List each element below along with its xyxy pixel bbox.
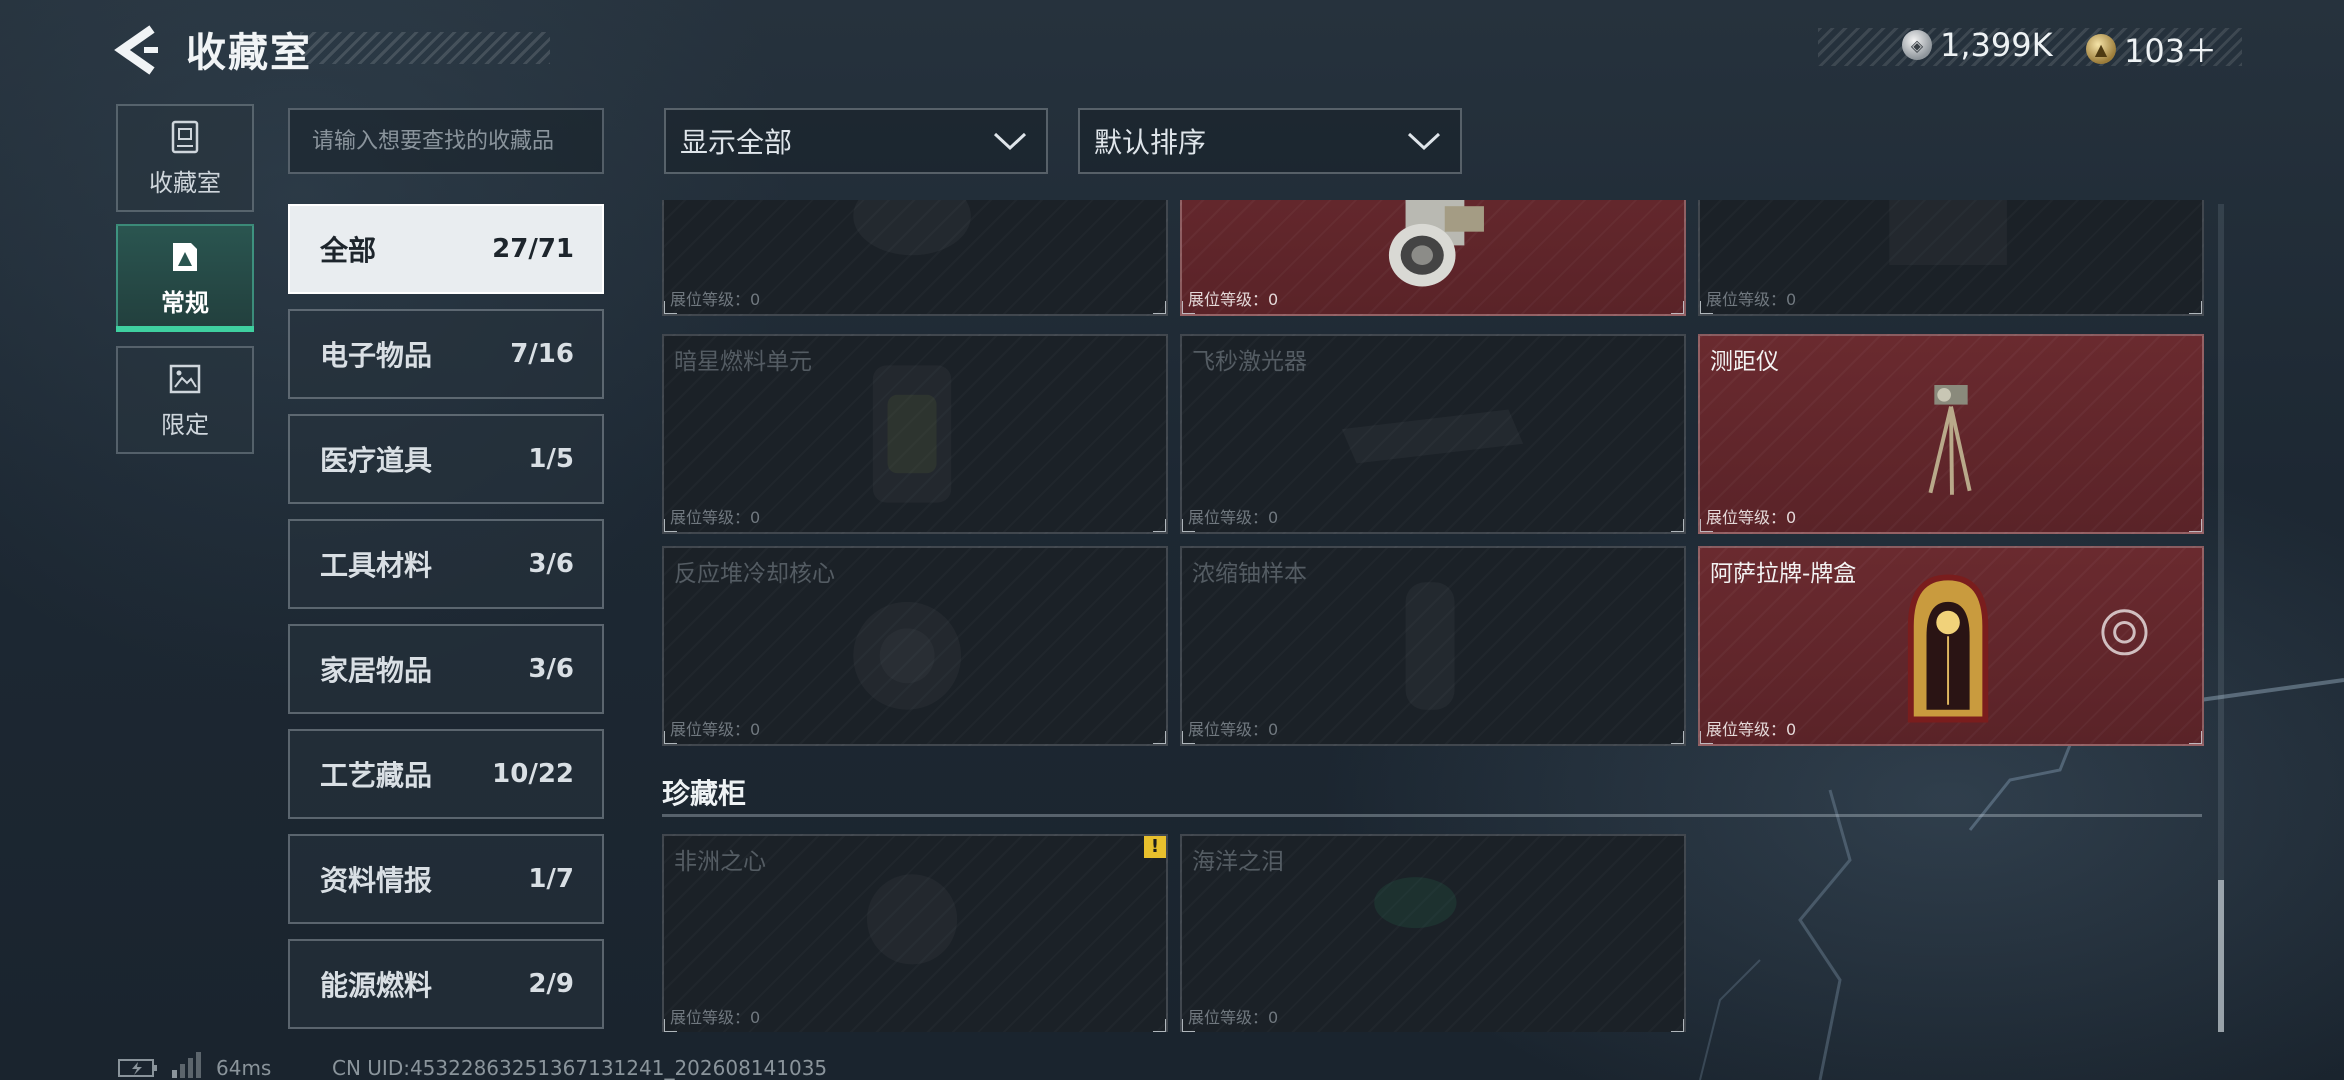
collection-card[interactable]: 测距仪 展位等级：0 <box>1698 334 2204 534</box>
battery-icon <box>118 1059 157 1077</box>
title-decoration <box>300 32 550 64</box>
card-name: 海洋之泪 <box>1192 849 1284 875</box>
category-count: 7/16 <box>510 339 574 369</box>
booth-level: 展位等级：0 <box>1188 508 1279 527</box>
gold-coin-icon: ▲ <box>2086 34 2116 64</box>
category-count: 1/5 <box>528 444 574 474</box>
cabinet-card[interactable]: 非洲之心 ! 展位等级：0 <box>662 834 1168 1032</box>
category-name: 全部 <box>320 234 377 267</box>
target-icon <box>2101 609 2148 656</box>
nav-label-collection-room: 收藏室 <box>149 168 221 197</box>
gold-currency-value: 103＋ <box>2124 32 2218 70</box>
category-all[interactable]: 全部 27/71 <box>288 204 604 294</box>
collection-card[interactable]: 反应堆冷却核心 展位等级：0 <box>662 546 1168 746</box>
chevron-down-icon <box>993 132 1027 151</box>
uid-text: CN UID:4532286325136713124​1_20260814103… <box>332 1056 828 1080</box>
silver-coin-icon: ◈ <box>1902 30 1932 60</box>
category-count: 10/22 <box>492 759 574 789</box>
sort-dropdown[interactable]: 默认排序 <box>1078 108 1462 174</box>
sort-label: 默认排序 <box>1094 126 1207 159</box>
category-tools[interactable]: 工具材料 3/6 <box>288 519 604 609</box>
section-divider <box>662 814 2202 817</box>
collection-card[interactable]: 展位等级：0 <box>1180 200 1686 316</box>
category-name: 资料情报 <box>320 864 433 897</box>
card-name: 非洲之心 <box>674 849 766 875</box>
cabinet-card[interactable]: 海洋之泪 展位等级：0 <box>1180 834 1686 1032</box>
category-name: 家居物品 <box>320 654 433 687</box>
nav-label-regular: 常规 <box>161 288 209 317</box>
warning-icon: ! <box>1144 836 1166 858</box>
category-name: 电子物品 <box>320 339 433 372</box>
page-title: 收藏室 <box>186 30 312 76</box>
card-name: 飞秒激光器 <box>1192 349 1307 375</box>
limited-icon <box>169 364 201 393</box>
card-name: 反应堆冷却核心 <box>674 561 835 587</box>
signal-icon <box>172 1052 201 1078</box>
booth-level: 展位等级：0 <box>1706 508 1797 527</box>
silver-currency-value: 1,399K <box>1940 26 2053 64</box>
category-energy[interactable]: 能源燃料 2/9 <box>288 939 604 1029</box>
back-button[interactable] <box>112 22 162 78</box>
display-filter-dropdown[interactable]: 显示全部 <box>664 108 1048 174</box>
search-input[interactable] <box>312 128 580 154</box>
category-medical[interactable]: 医疗道具 1/5 <box>288 414 604 504</box>
collection-card[interactable]: 暗星燃料单元 展位等级：0 <box>662 334 1168 534</box>
card-name: 测距仪 <box>1710 349 1779 375</box>
ping-value: 64ms <box>216 1056 272 1080</box>
card-name: 浓缩铀样本 <box>1192 561 1307 587</box>
collection-card[interactable]: 展位等级：0 <box>1698 200 2204 316</box>
category-name: 能源燃料 <box>320 969 433 1002</box>
back-chevron-icon <box>114 25 158 75</box>
cabinet-section-title: 珍藏柜 <box>662 777 747 810</box>
card-name: 阿萨拉牌-牌盒 <box>1710 561 1857 587</box>
category-name: 工具材料 <box>320 549 433 582</box>
category-name: 工艺藏品 <box>320 759 433 792</box>
nav-collection-room[interactable]: 收藏室 <box>116 104 254 212</box>
collection-card[interactable]: 阿萨拉牌-牌盒 展位等级：0 <box>1698 546 2204 746</box>
booth-level: 展位等级：0 <box>1188 720 1279 739</box>
category-intel[interactable]: 资料情报 1/7 <box>288 834 604 924</box>
collection-card[interactable]: 展位等级：0 <box>662 200 1168 316</box>
silver-currency[interactable]: ◈ 1,399K <box>1902 26 2053 64</box>
nav-regular[interactable]: 常规 <box>116 224 254 332</box>
category-electronics[interactable]: 电子物品 7/16 <box>288 309 604 399</box>
booth-level: 展位等级：0 <box>1188 290 1279 309</box>
chevron-down-icon <box>1407 132 1441 151</box>
collection-card[interactable]: 飞秒激光器 展位等级：0 <box>1180 334 1686 534</box>
search-field[interactable] <box>288 108 604 174</box>
booth-level: 展位等级：0 <box>1188 1008 1279 1027</box>
category-count: 3/6 <box>528 654 574 684</box>
booth-level: 展位等级：0 <box>1706 720 1797 739</box>
booth-level: 展位等级：0 <box>1706 290 1797 309</box>
category-count: 1/7 <box>528 864 574 894</box>
category-count: 3/6 <box>528 549 574 579</box>
booth-level: 展位等级：0 <box>670 1008 761 1027</box>
nav-label-limited: 限定 <box>161 410 209 439</box>
category-crafts[interactable]: 工艺藏品 10/22 <box>288 729 604 819</box>
category-household[interactable]: 家居物品 3/6 <box>288 624 604 714</box>
collection-card[interactable]: 浓缩铀样本 展位等级：0 <box>1180 546 1686 746</box>
collection-screen: 收藏室 ◈ 1,399K ▲ 103＋ 收藏室 常规 限定 请输入想要查找的收藏… <box>0 0 2344 1080</box>
display-filter-label: 显示全部 <box>680 126 793 159</box>
booth-level: 展位等级：0 <box>670 508 761 527</box>
collection-grid[interactable]: 展位等级：0 展位等级：0 展位等级：0 暗星燃料单元 展位等级：0 飞秒激光器… <box>660 200 2208 1032</box>
booth-level: 展位等级：0 <box>670 290 761 309</box>
regular-icon <box>173 242 197 271</box>
card-name: 暗星燃料单元 <box>674 349 812 375</box>
category-count: 2/9 <box>528 969 574 999</box>
gold-currency[interactable]: ▲ 103＋ <box>2086 26 2217 72</box>
category-count: 27/71 <box>492 234 574 264</box>
scrollbar-thumb[interactable] <box>2218 880 2224 1032</box>
nav-limited[interactable]: 限定 <box>116 346 254 454</box>
booth-level: 展位等级：0 <box>670 720 761 739</box>
category-name: 医疗道具 <box>320 444 433 477</box>
collection-room-icon <box>171 120 199 153</box>
